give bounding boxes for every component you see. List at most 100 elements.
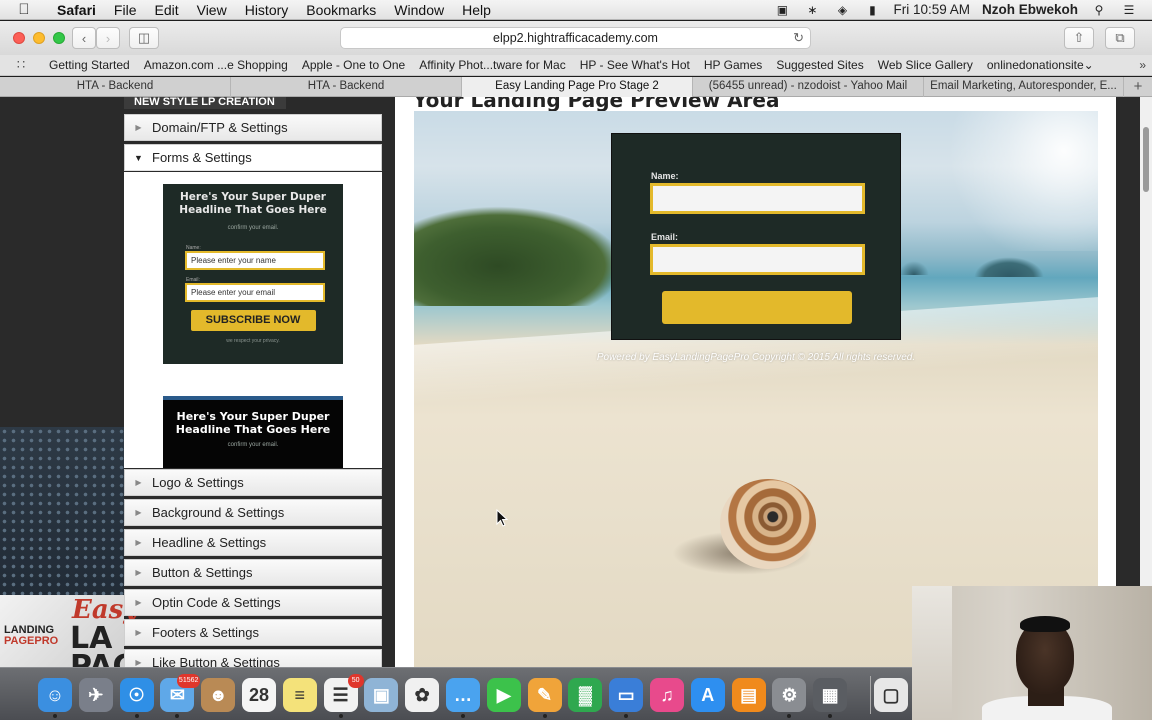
menu-help[interactable]: Help (453, 2, 500, 18)
bookmark-item[interactable]: HP Games (697, 58, 769, 72)
tab-yahoo-mail[interactable]: (56455 unread) - nzodoist - Yahoo Mail (693, 77, 924, 97)
notification-center-icon[interactable]: ☰ (1120, 4, 1138, 16)
bookmark-item[interactable]: Web Slice Gallery (871, 58, 980, 72)
finder-glyph: ☺ (45, 684, 65, 705)
plus-icon: + (1133, 78, 1143, 95)
triangle-right-icon: ▶ (135, 598, 142, 607)
dock-itunes-icon[interactable]: ♫ (650, 678, 684, 712)
close-window-button[interactable] (13, 32, 25, 44)
dock-preview-icon[interactable]: ▣ (364, 678, 399, 712)
section-domain-ftp-settings[interactable]: ▶ Domain/FTP & Settings (124, 114, 382, 141)
bookmark-folder[interactable]: onlinedonationsite⌄ (980, 58, 1101, 72)
more-bookmarks-icon[interactable]: » (1139, 58, 1152, 72)
minimize-window-button[interactable] (33, 32, 45, 44)
user-menu[interactable]: Nzoh Ebwekoh (982, 2, 1078, 17)
dock-launchpad-icon[interactable]: ✈ (78, 678, 113, 712)
webcam-door (912, 586, 952, 720)
dock-pages-icon[interactable]: ✎ (527, 678, 562, 718)
dock-reminders-icon[interactable]: ☰ 50 (323, 674, 364, 718)
dock-mail-icon[interactable]: ✉ 51562 (160, 674, 201, 718)
wifi-icon[interactable]: ◈ (833, 4, 851, 16)
page-scrollbar[interactable] (1140, 97, 1152, 667)
tab-email-marketing[interactable]: Email Marketing, Autoresponder, E... (924, 77, 1124, 97)
address-bar[interactable]: elpp2.hightrafficacademy.com ↻ (340, 27, 811, 49)
bookmarks-bar: ∷ Getting Started Amazon.com ...e Shoppi… (0, 55, 1152, 76)
menu-history[interactable]: History (236, 2, 298, 18)
running-indicator (338, 714, 343, 718)
island-right (974, 257, 1044, 277)
dock-numbers-icon[interactable]: ▓ (568, 678, 603, 712)
section-optin-code-settings[interactable]: ▶ Optin Code & Settings (124, 589, 382, 616)
dock-contacts-icon[interactable]: ☻ (201, 678, 236, 712)
scrollbar-thumb[interactable] (1143, 127, 1149, 192)
menu-file[interactable]: File (105, 2, 146, 18)
bookmark-item[interactable]: Getting Started (42, 58, 137, 72)
dock-photos-icon[interactable]: ✿ (405, 678, 440, 712)
dock-finder-icon[interactable]: ☺ (38, 678, 72, 718)
bookmark-item[interactable]: Suggested Sites (769, 58, 870, 72)
template-privacy-text: we respect your privacy. (226, 338, 280, 344)
menu-view[interactable]: View (188, 2, 236, 18)
submit-button[interactable] (662, 291, 852, 324)
section-logo-settings[interactable]: ▶ Logo & Settings (124, 469, 382, 496)
section-footers-settings[interactable]: ▶ Footers & Settings (124, 619, 382, 646)
dock-calendar-icon[interactable]: 28 (242, 678, 276, 712)
dock-system-preferences-icon[interactable]: ⚙ (772, 678, 807, 718)
section-label: Optin Code & Settings (152, 595, 281, 610)
top-sites-grid-icon[interactable]: ∷ (0, 57, 42, 73)
section-forms-settings[interactable]: ▼ Forms & Settings (124, 144, 382, 171)
back-button[interactable]: ‹ (72, 27, 96, 49)
dock-keynote-icon[interactable]: ▭ (609, 678, 644, 718)
menu-bar:  Safari File Edit View History Bookmark… (0, 0, 1152, 20)
bookmark-item[interactable]: Amazon.com ...e Shopping (137, 58, 295, 72)
dock-video-app-icon[interactable]: ▦ (813, 678, 848, 718)
menu-bookmarks[interactable]: Bookmarks (297, 2, 385, 18)
bookmark-item[interactable]: HP - See What's Hot (573, 58, 697, 72)
section-background-settings[interactable]: ▶ Background & Settings (124, 499, 382, 526)
forward-button[interactable]: › (96, 27, 120, 49)
triangle-right-icon: ▶ (135, 628, 142, 637)
form-template-1[interactable]: Here's Your Super Duper Headline That Go… (163, 184, 343, 364)
sidebar-icon: ◫ (137, 30, 151, 45)
contacts-glyph: ☻ (208, 684, 228, 705)
menu-window[interactable]: Window (385, 2, 453, 18)
preview-title: Your Landing Page Preview Area (413, 97, 780, 112)
menu-edit[interactable]: Edit (145, 2, 187, 18)
dock-facetime-icon[interactable]: ▶ (486, 678, 521, 712)
zoom-window-button[interactable] (53, 32, 65, 44)
bookmark-item[interactable]: Apple - One to One (295, 58, 412, 72)
app-store-glyph: A (701, 684, 715, 705)
dock-documents-icon[interactable]: ▢ (874, 678, 908, 712)
section-button-settings[interactable]: ▶ Button & Settings (124, 559, 382, 586)
tab-hta-backend-1[interactable]: HTA - Backend (0, 77, 231, 97)
battery-icon[interactable]: ▮ (863, 4, 881, 16)
tab-easy-landing-page-pro[interactable]: Easy Landing Page Pro Stage 2 (462, 77, 693, 97)
menu-app-name[interactable]: Safari (48, 2, 105, 18)
apple-menu-icon[interactable]:  (0, 1, 48, 18)
section-headline-settings[interactable]: ▶ Headline & Settings (124, 529, 382, 556)
dock-messages-icon[interactable]: … (446, 678, 480, 718)
dock-safari-icon[interactable]: ☉ (119, 678, 154, 718)
section-label: Footers & Settings (152, 625, 259, 640)
reload-icon[interactable]: ↻ (793, 30, 804, 46)
spotlight-search-icon[interactable]: ⚲ (1090, 4, 1108, 16)
webcam-overlay (912, 586, 1152, 720)
sidebar-toggle-button[interactable]: ◫ (129, 27, 159, 49)
name-input[interactable] (650, 183, 865, 214)
tab-hta-backend-2[interactable]: HTA - Backend (231, 77, 462, 97)
dock-ibooks-icon[interactable]: ▤ (731, 678, 766, 712)
section-like-button-settings[interactable]: ▶ Like Button & Settings (124, 649, 382, 667)
dock-app-store-icon[interactable]: A (690, 678, 725, 712)
tab-overview-button[interactable]: ⧉ (1105, 27, 1135, 49)
clock[interactable]: Fri 10:59 AM (893, 2, 970, 17)
new-tab-button[interactable]: + (1124, 77, 1152, 97)
form-template-2[interactable]: Here's Your Super Duper Headline That Go… (163, 396, 343, 468)
beach-background-image: Name: Email: Powered by EasyLandingPageP… (414, 111, 1098, 667)
bluetooth-icon[interactable]: ∗ (803, 4, 821, 16)
template-subline: confirm your email. (227, 225, 279, 231)
email-input[interactable] (650, 244, 865, 275)
share-button[interactable]: ⇧ (1064, 27, 1094, 49)
facetime-camera-icon[interactable]: ▣ (773, 4, 791, 16)
bookmark-item[interactable]: Affinity Phot...tware for Mac (412, 58, 573, 72)
dock-notes-icon[interactable]: ≡ (282, 678, 317, 712)
